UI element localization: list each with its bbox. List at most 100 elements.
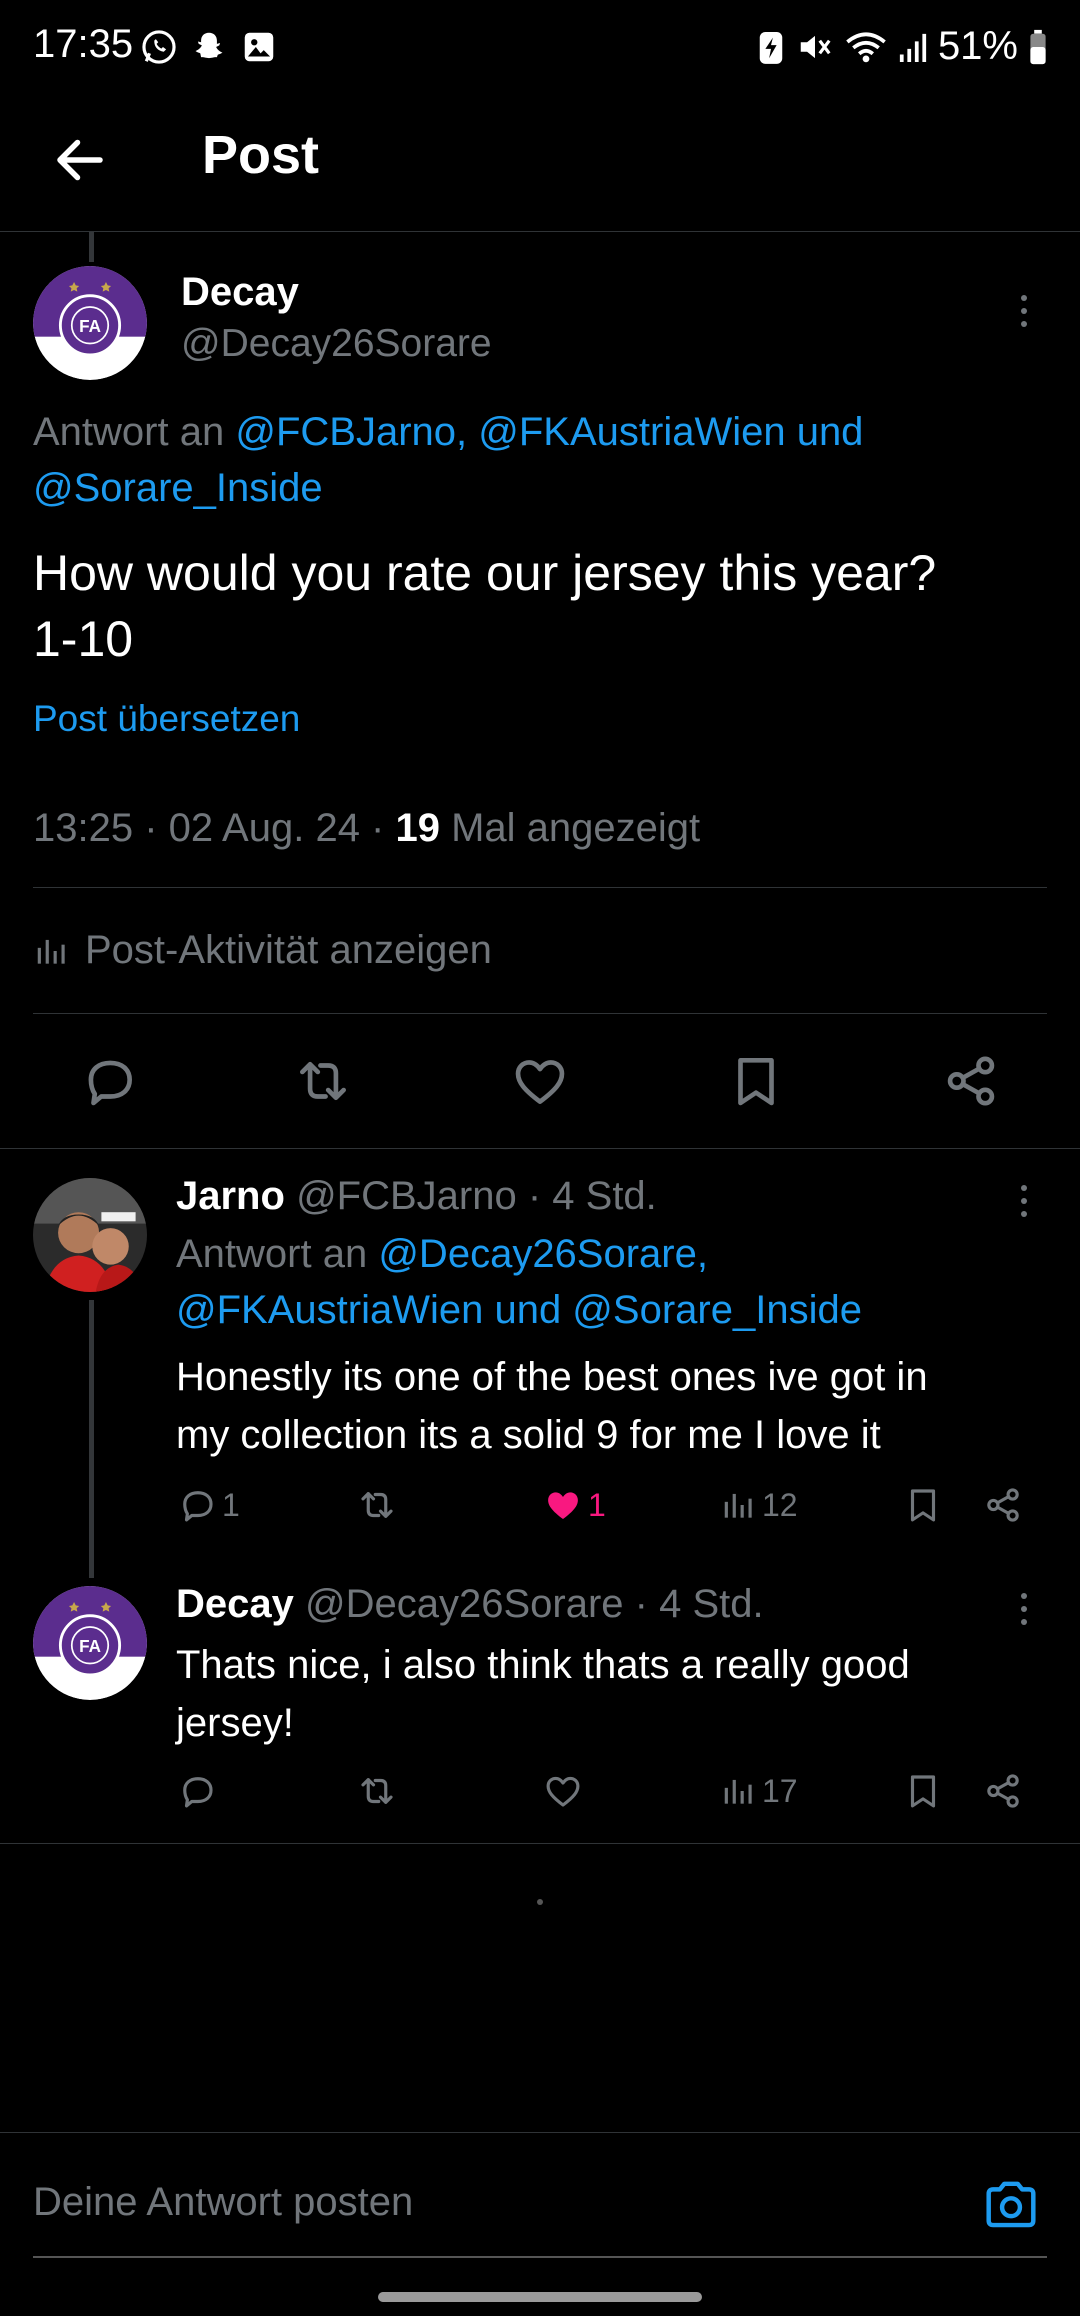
like-button[interactable]: 1 <box>542 1484 606 1526</box>
post-activity-label: Post-Aktivität anzeigen <box>85 928 492 972</box>
bookmark-icon <box>910 1775 936 1808</box>
page-title: Post <box>202 125 320 185</box>
avatar[interactable]: FA <box>33 1586 147 1700</box>
heart-filled-icon <box>548 1492 578 1519</box>
bookmark-icon <box>910 1489 936 1522</box>
reply-avatar[interactable]: FA <box>33 1586 147 1700</box>
reply-author-handle[interactable]: @Decay26Sorare · 4 Std. <box>305 1582 764 1626</box>
bookmark-button[interactable] <box>902 1484 944 1526</box>
battery-saver-icon <box>756 28 786 66</box>
timestamp: 13:25 · 02 Aug. 24 · <box>33 806 396 850</box>
views-button[interactable]: 17 <box>720 1770 798 1812</box>
signal-icon <box>898 28 928 66</box>
battery-icon <box>1028 28 1048 66</box>
view-count: 17 <box>762 1772 798 1809</box>
analytics-icon <box>724 1779 752 1804</box>
more-options-button[interactable] <box>1004 1584 1044 1634</box>
repost-icon <box>361 1492 393 1518</box>
fk-austria-logo-icon: FA <box>33 266 147 380</box>
post-text: How would you rate our jersey this year?… <box>33 545 937 667</box>
translate-link[interactable]: Post übersetzen <box>33 698 300 740</box>
avatar[interactable] <box>33 1178 147 1292</box>
reply-to-line: Antwort an @Decay26Sorare, <box>176 1232 708 1277</box>
avatar[interactable]: FA <box>33 266 147 380</box>
share-button[interactable] <box>940 1050 1002 1112</box>
bookmark-button[interactable] <box>725 1050 787 1112</box>
home-gesture-bar[interactable] <box>378 2292 702 2302</box>
like-button[interactable] <box>542 1770 584 1812</box>
camera-button[interactable] <box>982 2178 1040 2232</box>
dot <box>1021 295 1027 301</box>
share-button[interactable] <box>982 1770 1024 1812</box>
post-activity-button[interactable]: Post-Aktivität anzeigen <box>33 928 492 973</box>
reply-to-line: Antwort an @FCBJarno, @FKAustriaWien und <box>33 410 863 455</box>
main-post-avatar[interactable]: FA <box>33 266 147 380</box>
repost-button[interactable] <box>356 1770 398 1812</box>
top-app-bar: Post <box>0 110 1080 232</box>
wifi-icon <box>844 28 888 66</box>
reply-button[interactable] <box>176 1770 218 1812</box>
reply-to-prefix: Antwort an <box>176 1232 379 1276</box>
post-meta: 13:25 · 02 Aug. 24 · 19 Mal angezeigt <box>33 806 700 851</box>
status-time: 17:35 <box>33 22 134 66</box>
user-photo-icon <box>33 1178 147 1292</box>
divider <box>0 2132 1080 2133</box>
share-button[interactable] <box>982 1484 1024 1526</box>
svg-text:FA: FA <box>79 317 101 336</box>
share-icon <box>987 1488 1019 1522</box>
reply-text: Honestly its one of the best ones ive go… <box>176 1355 928 1457</box>
arrow-left-icon <box>57 139 103 181</box>
analytics-icon <box>37 939 65 964</box>
divider <box>0 1843 1080 1844</box>
divider <box>0 1148 1080 1149</box>
views-label: Mal angezeigt <box>439 806 701 850</box>
share-icon <box>947 1056 995 1106</box>
loading-indicator <box>537 1899 543 1905</box>
reply-author-handle[interactable]: @FCBJarno · 4 Std. <box>296 1174 657 1218</box>
reply-to-mention-sorare[interactable]: @Sorare_Inside <box>33 466 323 511</box>
reply-header: Jarno @FCBJarno · 4 Std. <box>176 1174 657 1219</box>
reply-icon <box>88 1060 132 1106</box>
more-options-button[interactable] <box>1004 286 1044 336</box>
divider <box>33 887 1047 888</box>
bookmark-button[interactable] <box>902 1770 944 1812</box>
reply-count: 1 <box>222 1486 240 1523</box>
reply-to-mention[interactable]: @Decay26Sorare, <box>378 1232 708 1276</box>
views-count: 19 <box>395 806 440 850</box>
reply-author-name[interactable]: Jarno <box>176 1174 285 1218</box>
author-name[interactable]: Decay <box>181 270 299 315</box>
reply-header: Decay @Decay26Sorare · 4 Std. <box>176 1582 764 1627</box>
bookmark-icon <box>738 1058 774 1106</box>
camera-icon <box>986 2181 1036 2228</box>
snapchat-icon <box>190 28 228 66</box>
reply-button[interactable]: 1 <box>176 1484 240 1526</box>
reply-actions: 17 <box>176 1770 1056 1820</box>
back-button[interactable] <box>50 130 110 190</box>
reply-icon <box>183 1777 213 1808</box>
like-button[interactable] <box>509 1050 571 1112</box>
repost-button[interactable] <box>356 1484 398 1526</box>
views-button[interactable]: 12 <box>720 1484 798 1526</box>
reply-to-mentions[interactable]: @FKAustriaWien und @Sorare_Inside <box>176 1288 862 1333</box>
reply-to-mentions[interactable]: @FCBJarno, @FKAustriaWien und <box>235 410 863 454</box>
input-underline <box>33 2256 1047 2258</box>
repost-button[interactable] <box>292 1050 354 1112</box>
repost-icon <box>361 1778 393 1804</box>
main-post-actions <box>0 1050 1080 1114</box>
reply-actions: 1 1 12 <box>176 1484 1056 1534</box>
author-handle[interactable]: @Decay26Sorare <box>181 322 492 366</box>
thread-line <box>89 1300 94 1578</box>
whatsapp-icon <box>140 28 178 66</box>
heart-icon <box>546 1776 580 1807</box>
reply-button[interactable] <box>78 1050 140 1112</box>
repost-icon <box>300 1061 346 1101</box>
divider <box>33 1013 1047 1014</box>
gallery-icon <box>240 28 278 66</box>
reply-input[interactable]: Deine Antwort posten <box>33 2180 413 2225</box>
reply-author-name[interactable]: Decay <box>176 1582 294 1626</box>
reply-to-prefix: Antwort an <box>33 410 225 454</box>
reply-text: Thats nice, i also think thats a really … <box>176 1643 910 1745</box>
view-count: 12 <box>762 1486 798 1523</box>
reply-avatar[interactable] <box>33 1178 147 1292</box>
more-options-button[interactable] <box>1004 1176 1044 1226</box>
